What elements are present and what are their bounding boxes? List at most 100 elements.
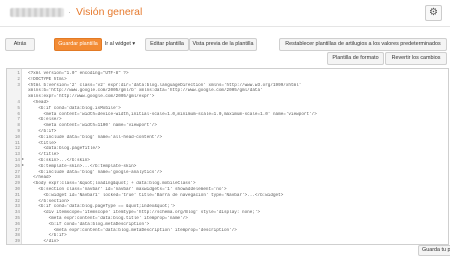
line-number: 26 — [14, 163, 20, 169]
top-header: · Visión general ⚙ — [0, 0, 450, 27]
go-to-widget-label: Ir al widget — [104, 41, 131, 47]
preview-template-tab[interactable]: Vista previa de la plantilla — [189, 38, 257, 51]
gear-icon: ⚙ — [429, 7, 438, 18]
line-number: 33 — [14, 204, 20, 210]
code-line[interactable]: xmlns:expr='http://www.google.com/2005/g… — [7, 94, 448, 99]
code-line[interactable]: 2 <!DOCTYPE html> — [7, 77, 448, 82]
code-text: <b:include data='blog' name='google-anal… — [28, 169, 163, 175]
line-number: 36 — [14, 221, 20, 227]
code-line[interactable]: 26 ▸ <b:template-skin>...</b:template-ski… — [7, 164, 448, 169]
line-number: 10 — [14, 134, 20, 140]
line-number: 12 — [14, 146, 20, 152]
code-line[interactable]: 27 <b:include data='blog' name='google-a… — [7, 170, 448, 175]
line-number: 8 — [17, 123, 20, 129]
code-text: <meta expr:content='data:blog.metaDescri… — [28, 227, 237, 233]
code-line[interactable]: 12 <data:blog.pageTitle/> — [7, 146, 448, 151]
code-text: <div itemscope='itemscope' itemtype='htt… — [28, 210, 261, 216]
code-editor[interactable]: 1 <?xml version="1.0" encoding="UTF-8" ?>… — [6, 68, 449, 245]
code-line[interactable]: xmlns:b='http://www.google.com/2005/gml/… — [7, 88, 448, 93]
line-number: 9 — [17, 129, 20, 134]
code-text: <b:section class='navbar' id='navbar' ma… — [28, 187, 227, 192]
code-line[interactable]: 39 </div> — [7, 239, 448, 244]
code-line[interactable]: 11 <title> — [7, 141, 448, 146]
code-line[interactable]: 9 </b:if> — [7, 129, 448, 134]
fold-arrow-icon[interactable]: ▸ — [22, 164, 26, 169]
code-text: <html b:version='2' class='v2' expr:dir=… — [28, 82, 302, 88]
code-text: <b:include data='blog' name='all-head-co… — [28, 134, 163, 140]
line-number: 30 — [14, 187, 20, 192]
code-text: </b:section> — [28, 198, 70, 204]
code-text: <?xml version="1.0" encoding="UTF-8" ?> — [28, 71, 129, 76]
line-number: 1 — [17, 71, 20, 76]
code-text: <b:if cond='data:blog.metaDescription'> — [28, 221, 150, 227]
code-text: <b:widget id='Navbar1' locked='true' tit… — [28, 192, 284, 198]
line-number: 38 — [14, 233, 20, 239]
code-text: <meta expr:content='data:blog.title' ite… — [28, 216, 188, 221]
code-text: <b:template-skin>...</b:template-skin> — [28, 163, 137, 169]
save-template-bottom-button[interactable]: Guarda tu plant — [418, 245, 450, 256]
line-number: 37 — [14, 227, 20, 233]
code-text: <meta content='width=device-width,initia… — [28, 111, 317, 117]
line-number: 7 — [17, 117, 20, 123]
fold-arrow-icon[interactable]: ▸ — [22, 158, 26, 163]
line-number: 13 — [14, 152, 20, 158]
line-number: 31 — [14, 192, 20, 198]
page-title: Visión general — [76, 6, 143, 18]
line-number: 4 — [17, 100, 20, 105]
code-text: xmlns:expr='http://www.google.com/2005/g… — [28, 94, 155, 100]
line-number: 11 — [14, 140, 20, 146]
code-line[interactable]: 33 <b:if cond='data:blog.pageType == &qu… — [7, 204, 448, 209]
code-line[interactable]: 28 </head> — [7, 175, 448, 180]
code-text: </b:if> — [28, 129, 57, 134]
code-line[interactable]: 30 <b:section class='navbar' id='navbar'… — [7, 187, 448, 192]
blurred-blog-name[interactable] — [10, 8, 64, 17]
code-line[interactable]: 13 </title> — [7, 152, 448, 157]
line-number: 3 — [17, 82, 20, 88]
line-number: 35 — [14, 216, 20, 221]
code-line[interactable]: 10 <b:include data='blog' name='all-head… — [7, 135, 448, 140]
save-template-button[interactable]: Guardar plantilla — [54, 38, 102, 51]
code-line[interactable]: 36 <b:if cond='data:blog.metaDescription… — [7, 222, 448, 227]
restore-widgets-button[interactable]: Restablecer plantillas de artilugios a l… — [279, 38, 447, 51]
code-line[interactable]: 1 <?xml version="1.0" encoding="UTF-8" ?> — [7, 71, 448, 76]
line-number: 2 — [17, 76, 20, 82]
code-text: <!DOCTYPE html> — [28, 76, 67, 82]
line-number: 27 — [14, 169, 20, 175]
code-text: </title> — [28, 152, 59, 158]
revert-changes-button[interactable]: Revertir los cambios — [385, 52, 447, 65]
code-text: xmlns:b='http://www.google.com/2005/gml/… — [28, 88, 263, 94]
code-text: </div> — [28, 239, 59, 245]
code-line[interactable]: 32 </b:section> — [7, 199, 448, 204]
line-number: 29 — [14, 181, 20, 187]
code-line[interactable]: 3 <html b:version='2' class='v2' expr:dir… — [7, 83, 448, 88]
code-line[interactable]: 34 <div itemscope='itemscope' itemtype='… — [7, 210, 448, 215]
edit-template-tab[interactable]: Editar plantilla — [145, 38, 189, 51]
code-line[interactable]: 7 <b:else/> — [7, 117, 448, 122]
code-text: <title> — [28, 140, 57, 146]
code-line[interactable]: 8 <meta content='width=1100' name='viewp… — [7, 123, 448, 128]
line-number: 39 — [14, 239, 20, 245]
go-to-widget-dropdown[interactable]: Ir al widget ▾ — [102, 38, 138, 51]
line-number: 5 — [17, 105, 20, 111]
settings-button[interactable]: ⚙ — [425, 5, 442, 21]
code-text: </head> — [28, 175, 52, 181]
code-line[interactable]: 5 <b:if cond='data:blog.isMobile'> — [7, 106, 448, 111]
code-text: <b:else/> — [28, 117, 62, 123]
code-line[interactable]: 38 </b:if> — [7, 233, 448, 238]
format-template-button[interactable]: Plantilla de formato — [327, 52, 384, 65]
code-text: <b:if cond='data:blog.pageType == &quot;… — [28, 204, 175, 210]
line-number: 14 — [14, 158, 20, 163]
code-text: </b:if> — [28, 233, 67, 239]
line-number: 6 — [17, 111, 20, 117]
line-number: 32 — [14, 198, 20, 204]
code-line[interactable]: 35 <meta expr:content='data:blog.title' … — [7, 216, 448, 221]
code-line[interactable]: 29 <body expr:class='&quot;loading&quot;… — [7, 181, 448, 186]
code-line[interactable]: 31 <b:widget id='Navbar1' locked='true' … — [7, 193, 448, 198]
code-line[interactable]: 6 <meta content='width=device-width,init… — [7, 112, 448, 117]
code-line[interactable]: 4 <head> — [7, 100, 448, 105]
back-button[interactable]: Atrás — [5, 38, 35, 51]
code-line[interactable]: 37 <meta expr:content='data:blog.metaDes… — [7, 228, 448, 233]
code-line[interactable]: 14 ▸ <b:skin>...</b:skin> — [7, 158, 448, 163]
line-number: 28 — [14, 175, 20, 181]
title-separator: · — [68, 7, 71, 17]
